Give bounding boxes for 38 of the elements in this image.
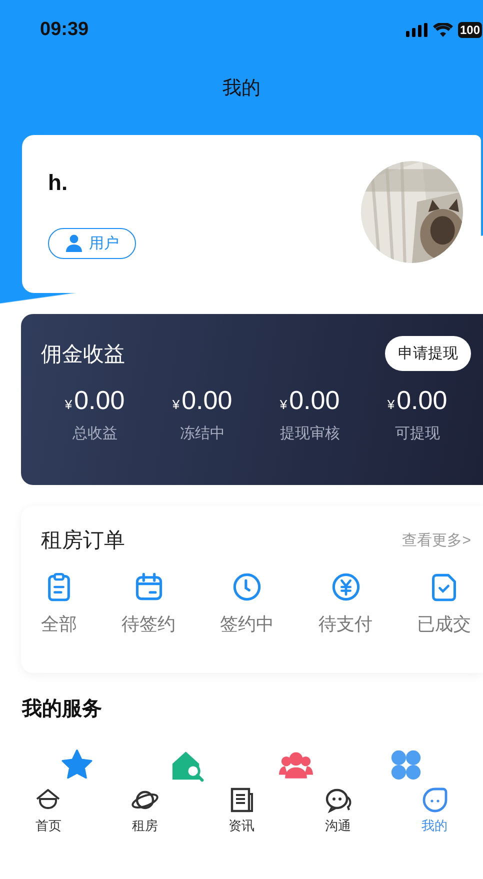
tab[interactable]: 租房 [96,786,194,862]
role-badge: 用户 [48,228,136,258]
chat-icon [324,786,352,814]
tab[interactable]: 我的 [386,786,483,862]
tab[interactable]: 沟通 [290,786,386,862]
amount-value: ¥0.00 [280,385,340,416]
order-status-button[interactable]: 签约中 [220,572,274,636]
person-icon [65,234,83,252]
amount-label: 可提现 [394,424,440,443]
order-status-button[interactable]: 已成交 [417,572,471,636]
order-status-button[interactable]: 全部 [41,572,77,636]
document-check-icon [429,572,459,602]
face-bubble-icon [420,786,449,814]
status-time: 09:39 [40,19,89,41]
section-title: 租房订单 [41,528,125,554]
amount-label: 总收益 [72,424,118,443]
amount-value: ¥0.00 [387,385,448,416]
withdraw-button[interactable]: 申请提现 [385,336,471,371]
tab[interactable]: 资讯 [193,786,290,862]
order-status-button[interactable]: 待支付 [318,572,372,636]
battery-level: 100 [458,22,482,38]
signal-icon [406,23,428,37]
section-title: 佣金收益 [41,342,125,368]
clover-icon[interactable] [389,748,424,782]
calendar-icon [134,572,164,602]
section-title: 我的服务 [22,697,103,722]
user-name: h. [48,170,69,196]
amount-value: ¥0.00 [64,385,125,416]
amount-label: 冻结中 [180,424,225,443]
wifi-icon [432,23,453,37]
order-status-button[interactable]: 待签约 [122,572,176,636]
amount-value: ¥0.00 [172,385,232,416]
tab[interactable]: 首页 [0,786,97,862]
view-more-link[interactable]: 查看更多> [402,530,471,550]
clock-icon [232,572,262,602]
amount-label: 提现审核 [280,424,340,443]
page-title: 我的 [222,76,262,100]
yen-coin-icon [330,572,360,602]
